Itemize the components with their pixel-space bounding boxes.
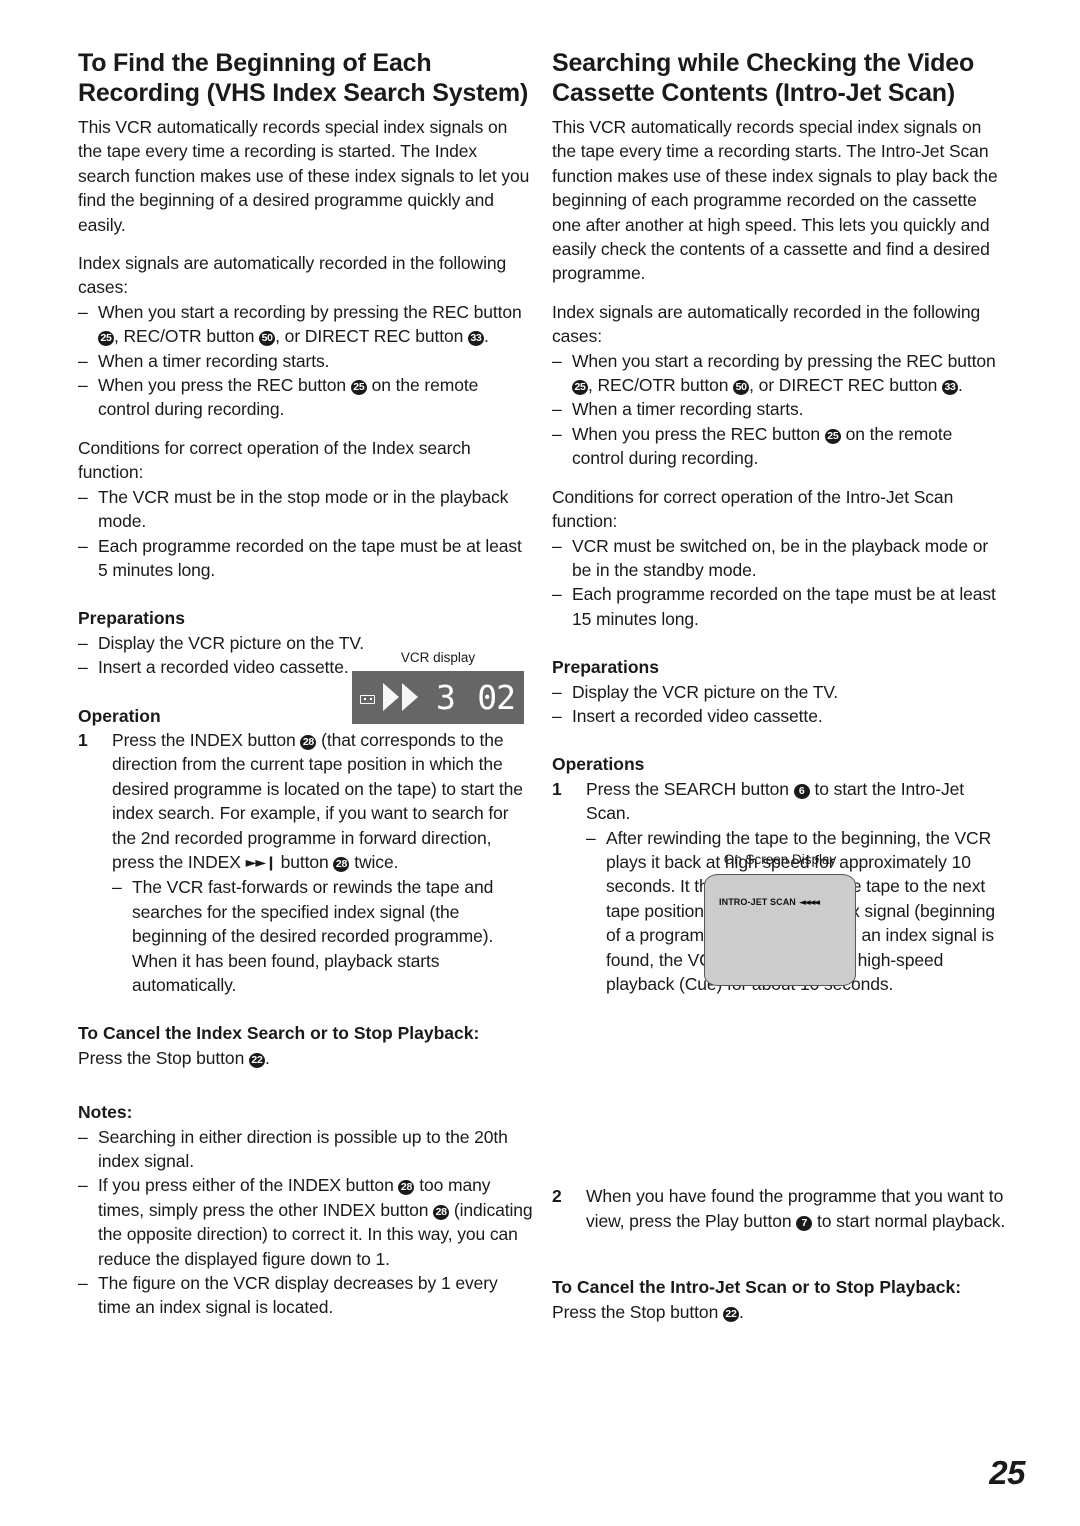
vcr-display-caption: VCR display <box>400 650 476 665</box>
list-item: The figure on the VCR display decreases … <box>78 1271 533 1320</box>
ref-badge-6: 6 <box>793 783 810 799</box>
ref-badge-28: 28 <box>398 1180 415 1196</box>
left-operation-steps: 1 Press the INDEX button 28 (that corresp… <box>78 728 533 997</box>
right-index-cases-lead: Index signals are automatically recorded… <box>552 301 981 347</box>
play-triangle-icon <box>383 683 399 711</box>
list-item: The VCR must be in the stop mode or in t… <box>78 485 533 534</box>
left-preparations-heading: Preparations <box>78 608 185 629</box>
cassette-icon <box>360 695 375 704</box>
osd-caption: On Screen Display <box>723 852 837 867</box>
list-item: When you press the REC button 25 on the … <box>78 373 533 422</box>
ref-badge-28: 28 <box>300 734 317 750</box>
list-item: Searching in either direction is possibl… <box>78 1125 533 1174</box>
vcr-index-value: 02 <box>477 678 516 717</box>
left-conditions-list: The VCR must be in the stop mode or in t… <box>78 485 533 583</box>
left-intro-paragraph: This VCR automatically records special i… <box>78 117 530 235</box>
list-item: When you start a recording by pressing t… <box>78 300 533 349</box>
list-item: Each programme recorded on the tape must… <box>552 582 1007 631</box>
list-item: When you start a recording by pressing t… <box>552 349 1007 398</box>
step-number: 1 <box>78 729 88 750</box>
osd-mode-label: INTRO-JET SCAN <box>719 897 796 907</box>
left-notes-heading: Notes: <box>78 1102 133 1123</box>
left-index-cases-list: When you start a recording by pressing t… <box>78 300 533 422</box>
right-preparations-list: Display the VCR picture on the TV. Inser… <box>552 680 1007 729</box>
ref-badge-25: 25 <box>824 428 841 444</box>
page-number: 25 <box>989 1454 1025 1491</box>
play-triangle-icon <box>402 683 418 711</box>
ref-badge-25: 25 <box>350 380 367 396</box>
document-page: To Find the Beginning of Each Recording … <box>0 0 1080 1526</box>
rewind-arrows-icon: ◄◄◄◄ <box>799 898 820 908</box>
right-conditions-list: VCR must be switched on, be in the playb… <box>552 534 1007 632</box>
right-intro-paragraph: This VCR automatically records special i… <box>552 117 998 284</box>
ref-badge-25: 25 <box>572 380 588 396</box>
ref-badge-33: 33 <box>942 380 959 396</box>
right-preparations-heading: Preparations <box>552 657 659 678</box>
right-conditions-lead: Conditions for correct operation of the … <box>552 486 954 532</box>
step-number: 1 <box>552 778 562 799</box>
ref-badge-33: 33 <box>468 331 485 347</box>
vcr-display-figure: VCR display 3 02 <box>352 650 524 724</box>
ref-badge-28: 28 <box>333 856 350 872</box>
ref-badge-50: 50 <box>733 380 750 396</box>
left-conditions-lead: Conditions for correct operation of the … <box>78 437 471 483</box>
left-cancel-heading: To Cancel the Index Search or to Stop Pl… <box>78 1023 480 1044</box>
left-notes-list: Searching in either direction is possibl… <box>78 1125 533 1320</box>
right-index-cases-list: When you start a recording by pressing t… <box>552 349 1007 471</box>
right-operations-steps-part2: 2 When you have found the programme that … <box>552 1184 1007 1233</box>
ref-badge-22: 22 <box>248 1052 265 1068</box>
left-section-title: To Find the Beginning of Each Recording … <box>78 49 529 107</box>
list-item: 2 When you have found the programme that … <box>552 1186 1006 1231</box>
left-cancel-text: Press the Stop button 22. <box>78 1047 270 1068</box>
on-screen-display-figure: On Screen Display INTRO-JET SCAN ◄◄◄◄ <box>690 852 870 986</box>
fast-forward-icon: ►►❙ <box>245 854 277 871</box>
right-cancel-text: Press the Stop button 22. <box>552 1301 744 1322</box>
right-operations-heading: Operations <box>552 754 645 775</box>
right-section-title: Searching while Checking the Video Casse… <box>552 49 975 107</box>
step1-sub-note: The VCR fast-forwards or rewinds the tap… <box>112 875 533 997</box>
vcr-counter-value: 3 <box>436 678 456 717</box>
osd-figure-space <box>552 996 1007 1184</box>
list-item: Each programme recorded on the tape must… <box>78 534 533 583</box>
list-item: When a timer recording starts. <box>552 397 1007 422</box>
ref-badge-22: 22 <box>722 1306 739 1322</box>
osd-screen: INTRO-JET SCAN ◄◄◄◄ <box>704 874 856 986</box>
vcr-display-panel: 3 02 <box>352 671 524 724</box>
step-number: 2 <box>552 1186 562 1207</box>
right-column: Searching while Checking the Video Casse… <box>552 48 1007 1324</box>
ref-badge-25: 25 <box>98 331 114 347</box>
left-index-cases-lead: Index signals are automatically recorded… <box>78 253 507 298</box>
list-item: Display the VCR picture on the TV. <box>552 680 1007 705</box>
ref-badge-50: 50 <box>259 331 276 347</box>
list-item: When you press the REC button 25 on the … <box>552 422 1007 471</box>
list-item: When a timer recording starts. <box>78 349 533 374</box>
list-item: If you press either of the INDEX button … <box>78 1173 533 1271</box>
list-item: 1 Press the INDEX button 28 (that corresp… <box>78 728 533 997</box>
list-item: Insert a recorded video cassette. <box>552 704 1007 729</box>
ref-badge-28: 28 <box>433 1204 450 1220</box>
double-play-icon <box>383 683 418 711</box>
list-item: VCR must be switched on, be in the playb… <box>552 534 1007 583</box>
right-cancel-heading: To Cancel the Intro-Jet Scan or to Stop … <box>552 1277 962 1298</box>
ref-badge-7: 7 <box>796 1215 813 1231</box>
